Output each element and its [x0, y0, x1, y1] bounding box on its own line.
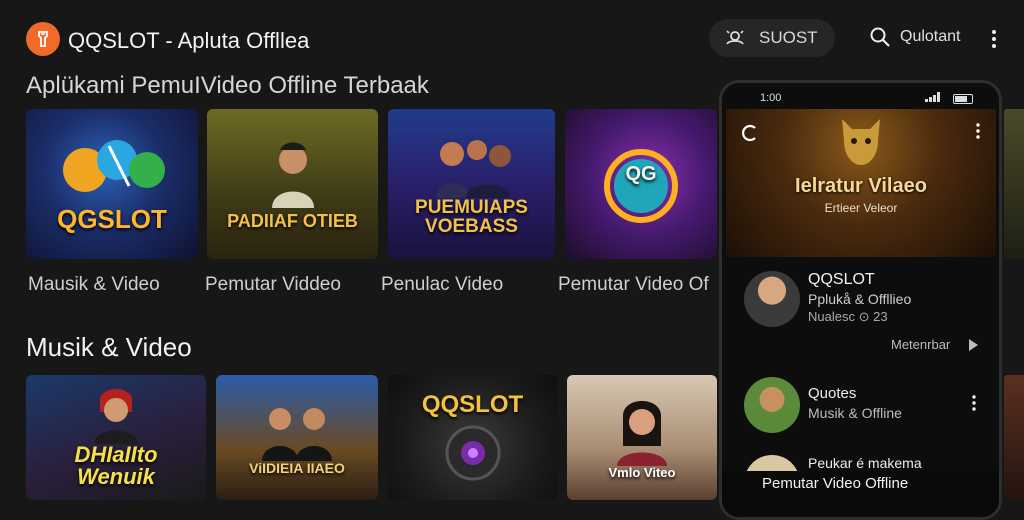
cast-icon	[726, 30, 744, 45]
app-card-2[interactable]: PADIIAF OTIEB	[207, 109, 378, 259]
phone-hero-subtitle: Ertieer Veleor	[824, 201, 898, 215]
top-bar: QQSLOT - Apluta Offlleа SUOST Qulotant	[0, 0, 1024, 78]
singer-figure-icon	[94, 388, 138, 444]
duo-figures-icon	[262, 407, 332, 461]
card-caption: Penulac Video	[381, 274, 504, 295]
phone-hero-title: Ielratur Vilaeo	[795, 175, 927, 197]
card-caption: Mausik & Video	[28, 274, 160, 295]
music-emblem-icon	[63, 140, 165, 192]
band-figures-icon	[435, 140, 511, 198]
phone-hero-banner[interactable]: Ielratur Vilaeo Ertieer Veleor	[726, 109, 996, 257]
channel-subtitle: Pplukå & Offllieo	[808, 291, 912, 307]
search-icon	[870, 27, 890, 47]
section-title-music: Musik & Video	[26, 332, 192, 362]
battery-icon	[953, 94, 973, 104]
search-label: Qulotant	[900, 28, 961, 45]
app-card-4[interactable]: QG	[565, 109, 717, 259]
signal-icon	[925, 92, 940, 102]
singer-figure-icon	[617, 401, 667, 466]
qg-badge-icon	[604, 149, 678, 223]
card-caption: Pemutar Video Of	[558, 274, 709, 295]
card-overlay-text: ViIDIEIA IIAEO	[249, 459, 345, 476]
app-card-1[interactable]: QGSLOT	[26, 109, 198, 259]
card-overlay-text: QGSLOT	[57, 204, 167, 234]
app-card-3[interactable]: PUEMUIAPS VOEBASS	[388, 109, 555, 259]
channel-meta: Nualesc ⊙ 23	[808, 309, 888, 324]
partial-card-edge	[1004, 109, 1024, 259]
list-item-title[interactable]: Peukar é makema	[808, 455, 922, 471]
bottom-caption: Pemutar Video Offline	[762, 475, 909, 492]
card-overlay-text: PUEMUIAPS VOEBASS	[415, 197, 528, 237]
channel-name[interactable]: QQSLOT	[808, 271, 875, 289]
quotes-avatar[interactable]	[744, 377, 800, 433]
section-title-apps: Aplükami PemuIVideo Offline Terbaak	[26, 72, 429, 99]
phone-time: 1:00	[760, 92, 782, 104]
kebab-menu-icon[interactable]	[972, 395, 976, 411]
card-overlay-text: PADIIAF OTIEB	[227, 211, 358, 231]
phone-mockup: 1:00 Ielratur Vilaeo Ertieer Veleor QQSL…	[719, 80, 1002, 520]
speaker-icon	[445, 425, 500, 480]
cast-button[interactable]: SUOST	[709, 19, 835, 57]
card-overlay-text: DHIaIIto Wenuik	[74, 441, 158, 489]
channel-avatar[interactable]	[744, 271, 800, 327]
cast-label: SUOST	[759, 28, 818, 47]
video-card-4[interactable]: Vmlo Viteo	[567, 375, 717, 500]
video-card-2[interactable]: ViIDIEIA IIAEO	[216, 375, 378, 500]
video-card-3[interactable]: QQSLOT	[388, 375, 557, 500]
list-item-title[interactable]: Quotes	[808, 385, 856, 402]
back-icon[interactable]	[740, 123, 760, 143]
search-button[interactable]: Qulotant	[869, 26, 960, 48]
partial-card-edge	[1004, 375, 1024, 500]
mask-figure-icon	[842, 119, 880, 165]
card-overlay-text: QG	[625, 163, 657, 185]
card-caption: Pemutar Viddeo	[205, 274, 341, 295]
singer-figure-icon	[271, 142, 314, 208]
card-overlay-text: QQSLOT	[421, 390, 524, 418]
more-link[interactable]: Metenrbar	[891, 337, 950, 352]
phone-status-bar: 1:00	[722, 83, 999, 109]
card-overlay-text: Vmlo Viteo	[608, 465, 676, 480]
logo-icon[interactable]	[26, 22, 60, 56]
app-title: QQSLOT - Apluta Offlleа	[68, 28, 310, 53]
phone-bottom-bar: Pemutar Video Offline	[722, 471, 999, 517]
video-card-1[interactable]: DHIaIIto Wenuik	[26, 375, 206, 500]
list-item-subtitle: Musik & Offline	[808, 405, 902, 421]
play-icon[interactable]	[969, 339, 978, 351]
kebab-menu-icon[interactable]	[976, 123, 980, 139]
kebab-menu-icon[interactable]	[991, 29, 997, 49]
